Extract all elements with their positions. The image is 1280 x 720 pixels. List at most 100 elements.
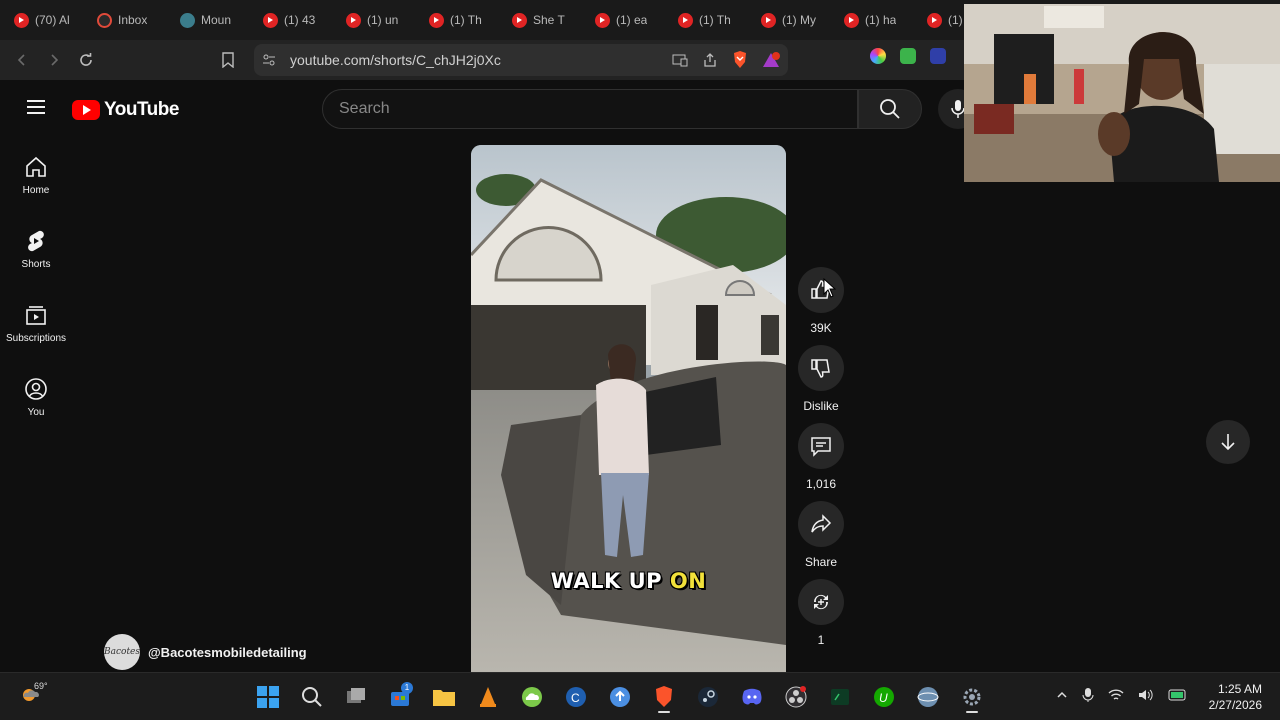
color-picker-extension-icon[interactable]	[870, 48, 886, 64]
ccleaner-icon: C	[566, 687, 586, 707]
chevron-up-icon[interactable]	[1056, 689, 1068, 701]
wifi-icon[interactable]	[1108, 688, 1124, 702]
browser-tab[interactable]: (1) My	[753, 5, 836, 35]
like-button[interactable]	[798, 267, 844, 313]
battery-icon[interactable]	[1168, 689, 1188, 701]
share-label: Share	[804, 555, 838, 569]
dislike-button[interactable]	[798, 345, 844, 391]
start-button[interactable]	[252, 681, 284, 713]
steam-button[interactable]	[692, 681, 724, 713]
search-input[interactable]	[323, 90, 857, 128]
sidebar-item-shorts[interactable]: Shorts	[0, 212, 72, 286]
youtube-icon	[346, 12, 361, 28]
browser-tab[interactable]: Moun	[172, 5, 255, 35]
cast-icon[interactable]	[672, 53, 688, 67]
youtube-play-icon	[72, 100, 100, 120]
taskbar-apps: 1 C U	[252, 681, 988, 713]
windows-taskbar: 69° 1 C U 1:25 AM 2/27/2026	[0, 672, 1280, 720]
brave-shield-icon[interactable]	[732, 51, 748, 69]
channel-avatar[interactable]: Bacotes	[104, 634, 140, 670]
share-button[interactable]	[798, 501, 844, 547]
browser-tab[interactable]: (1) ea	[587, 5, 670, 35]
terminal-button[interactable]	[824, 681, 856, 713]
sidebar-item-label: Shorts	[21, 258, 51, 270]
browser-tab[interactable]: Inbox	[89, 5, 172, 35]
youtube-icon	[429, 12, 444, 28]
share-icon	[811, 514, 832, 533]
comment-count: 1,016	[805, 477, 837, 491]
forward-button[interactable]	[38, 44, 70, 76]
browser-tab[interactable]: (1) Th	[421, 5, 504, 35]
youtube-icon	[761, 12, 776, 28]
share-page-icon[interactable]	[702, 52, 718, 68]
weather-widget[interactable]: 69°	[20, 681, 48, 709]
sidebar-item-home[interactable]: Home	[0, 138, 72, 212]
file-explorer-button[interactable]	[428, 681, 460, 713]
steam-icon	[698, 687, 718, 707]
remix-button[interactable]	[798, 579, 844, 625]
comments-button[interactable]	[798, 423, 844, 469]
bookmark-button[interactable]	[212, 44, 244, 76]
video-caption: WALK UP ON	[550, 569, 707, 593]
obs-icon	[785, 686, 807, 708]
task-view-button[interactable]	[340, 681, 372, 713]
vlc-button[interactable]	[472, 681, 504, 713]
next-short-button[interactable]	[1206, 420, 1250, 464]
microphone-icon[interactable]	[1082, 687, 1094, 703]
sidebar-item-you[interactable]: You	[0, 360, 72, 434]
home-icon	[26, 156, 46, 177]
ccleaner-button[interactable]: C	[560, 681, 592, 713]
settings-icon	[963, 688, 981, 706]
tab-label: (1) 43	[284, 13, 316, 27]
browser-tab[interactable]: (70) Al	[6, 5, 89, 35]
back-button[interactable]	[6, 44, 38, 76]
svg-text:U: U	[879, 691, 888, 705]
channel-info: Bacotes @Bacotesmobiledetailing	[104, 634, 307, 670]
sidebar-item-label: You	[27, 406, 45, 418]
screen: (70) Al Inbox Moun (1) 43 (1) un (1) Th …	[0, 0, 1280, 720]
browser-tab[interactable]: (1) 43	[255, 5, 338, 35]
file-explorer-icon	[433, 690, 455, 706]
site-settings-icon[interactable]	[262, 53, 276, 67]
browser-tab[interactable]: (1) Th	[670, 5, 753, 35]
browser-tab[interactable]: (1) ha	[836, 5, 919, 35]
browser-tab[interactable]: (1) un	[338, 5, 421, 35]
volume-icon[interactable]	[1138, 688, 1154, 702]
globe-app-button[interactable]	[912, 681, 944, 713]
store-badge: 1	[401, 682, 413, 694]
settings-button[interactable]	[956, 681, 988, 713]
browser-tab[interactable]: She T	[504, 5, 587, 35]
cloud-upload-button[interactable]	[604, 681, 636, 713]
youtube-icon	[678, 12, 693, 28]
windows-start-icon	[257, 686, 279, 708]
taskbar-search-button[interactable]	[296, 681, 328, 713]
sidebar-item-subscriptions[interactable]: Subscriptions	[0, 286, 72, 360]
brave-rewards-icon[interactable]	[762, 52, 780, 68]
upwork-button[interactable]: U	[868, 681, 900, 713]
gmail-icon	[97, 12, 112, 28]
cloud-app-button[interactable]	[516, 681, 548, 713]
search-button[interactable]	[858, 89, 922, 129]
menu-icon[interactable]	[22, 96, 50, 124]
short-video-player[interactable]: WALK UP ON	[471, 145, 786, 672]
microphone-icon	[951, 100, 965, 118]
system-clock[interactable]: 1:25 AM 2/27/2026	[1209, 681, 1262, 713]
reload-icon	[80, 53, 92, 66]
microsoft-store-button[interactable]: 1	[384, 681, 416, 713]
cloud-app-icon	[522, 687, 542, 707]
channel-handle[interactable]: @Bacotesmobiledetailing	[148, 645, 307, 660]
brave-browser-button[interactable]	[648, 681, 680, 713]
blue-extension-icon[interactable]	[930, 48, 946, 64]
vlc-icon	[480, 687, 496, 707]
reload-button[interactable]	[70, 44, 102, 76]
obs-button[interactable]	[780, 681, 812, 713]
svg-text:C: C	[571, 691, 580, 705]
youtube-logo[interactable]: YouTube	[72, 99, 179, 121]
discord-button[interactable]	[736, 681, 768, 713]
tab-label: (70) Al	[35, 13, 70, 27]
green-extension-icon[interactable]	[900, 48, 916, 64]
globe-icon	[917, 687, 939, 707]
tab-label: (1) Th	[699, 13, 731, 27]
address-bar[interactable]: youtube.com/shorts/C_chJH2j0Xc	[254, 44, 788, 76]
remix-count: 1	[817, 633, 825, 647]
